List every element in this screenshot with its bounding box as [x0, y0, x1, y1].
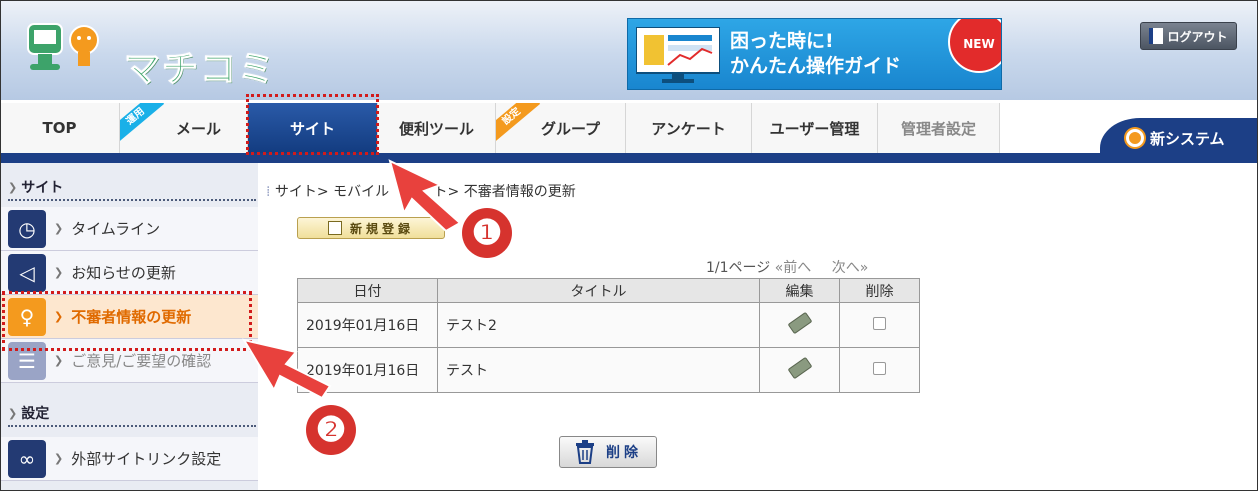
table-row: 2019年01月16日 テスト [297, 347, 920, 393]
tab-user-management[interactable]: ユーザー管理 [752, 103, 878, 153]
row-delete-cell [839, 347, 920, 393]
tab-label: アンケート [651, 119, 726, 138]
next-label: 次へ [831, 260, 860, 276]
breadcrumb-head: サイト> モバイル [274, 184, 390, 200]
tab-label: 管理者設定 [900, 119, 976, 138]
table-row: 2019年01月16日 テスト2 [297, 302, 920, 348]
tab-survey[interactable]: アンケート [626, 103, 752, 153]
sidebar-item-external-links[interactable]: ∞ ❯ 外部サイトリンク設定 [0, 437, 258, 481]
tab-group[interactable]: 設定 グループ [496, 103, 626, 153]
row-edit-cell [759, 302, 840, 348]
chevron-right-icon: ❯ [54, 354, 64, 367]
delete-label: 削除 [606, 445, 642, 461]
row-title: テスト2 [437, 302, 760, 348]
sidebar-item-label: お知らせの更新 [71, 264, 176, 282]
logo-text: マチコミ [123, 49, 277, 91]
pencil-icon[interactable] [787, 356, 812, 380]
trash-icon [576, 440, 594, 464]
link-icon: ∞ [8, 439, 46, 478]
delete-checkbox[interactable] [873, 316, 886, 330]
highlight-site-tab [246, 94, 379, 155]
banner-text: 困った時に! かんたん操作ガイド [730, 29, 901, 79]
chevron-right-icon: ❯ [54, 266, 64, 279]
guide-banner[interactable]: 困った時に! かんたん操作ガイド NEW [627, 18, 1002, 90]
sidebar-item-label: 外部サイトリンク設定 [71, 450, 222, 468]
edit-document-icon [327, 221, 342, 235]
tab-label: グループ [540, 119, 601, 138]
tab-admin-settings[interactable]: 管理者設定 [878, 103, 1000, 153]
tab-label: TOP [42, 119, 77, 137]
pager: 1/1ページ «前へ 次へ» [706, 257, 868, 277]
sidebar-item-news[interactable]: ◁ ❯ お知らせの更新 [0, 251, 258, 295]
chevron-right-icon: ❯ [54, 222, 64, 235]
section-label: 設定 [21, 406, 50, 422]
monitor-icon [636, 27, 720, 83]
megaphone-icon: ◁ [8, 253, 46, 292]
sidebar-item-label: ご意見/ご要望の確認 [71, 352, 212, 370]
new-system-link[interactable]: 新システム [1100, 118, 1258, 158]
header: マチコミ 困った時に! かんたん操作ガイド NEW ログアウト [0, 0, 1258, 100]
tab-label: 便利ツール [398, 119, 474, 138]
new-badge: NEW [948, 19, 1001, 73]
grip-icon: ⁞ [266, 184, 271, 200]
gear-icon [1126, 129, 1144, 147]
chevron-right-icon: ❯ [8, 406, 18, 420]
banner-line2: かんたん操作ガイド [730, 55, 902, 77]
clock-icon: ◷ [8, 209, 46, 248]
new-system-label: 新システム [1150, 129, 1225, 148]
sidebar-section-settings: ❯ 設定 [8, 401, 256, 427]
row-title: テスト [437, 347, 760, 393]
logout-button[interactable]: ログアウト [1140, 22, 1237, 50]
prev-label: 前へ [783, 260, 812, 276]
next-link[interactable]: 次へ» [832, 260, 869, 276]
tab-mail[interactable]: 運用 メール [120, 103, 248, 153]
highlight-suspicious-item [2, 291, 252, 351]
banner-line1: 困った時に! [730, 30, 834, 52]
tab-tools[interactable]: 便利ツール [378, 103, 496, 153]
column-header-title: タイトル [437, 278, 760, 303]
delete-checkbox[interactable] [873, 361, 886, 375]
sidebar-item-label: タイムライン [71, 220, 161, 238]
arrow-2-icon [241, 338, 332, 400]
double-chevron-left-icon: « [774, 260, 784, 276]
tab-label: ユーザー管理 [769, 119, 860, 138]
tab-top[interactable]: TOP [0, 103, 120, 153]
column-header-edit: 編集 [759, 278, 840, 303]
nav-bar [0, 153, 1258, 163]
row-delete-cell [839, 302, 920, 348]
table-header-row: 日付 タイトル 編集 削除 [297, 278, 920, 303]
logo-mascot-icon [27, 23, 99, 70]
section-label: サイト [21, 180, 64, 196]
delete-button[interactable]: 削除 [559, 436, 657, 468]
logout-label: ログアウト [1167, 29, 1228, 44]
pencil-icon[interactable] [787, 311, 812, 335]
step-1-badge: ❶ [462, 208, 512, 258]
main-nav: TOP 運用 メール サイト 便利ツール 設定 グループ アンケート ユーザー管… [0, 103, 1258, 153]
tab-label: メール [175, 119, 221, 138]
sidebar-section-site: ❯ サイト [8, 175, 256, 201]
sidebar-item-timeline[interactable]: ◷ ❯ タイムライン [0, 207, 258, 251]
notice-table: 日付 タイトル 編集 削除 2019年01月16日 テスト2 2019年01月1… [297, 278, 920, 393]
prev-link[interactable]: «前へ [775, 260, 812, 276]
column-header-date: 日付 [297, 278, 438, 303]
chevron-right-icon: ❯ [54, 452, 64, 465]
chevron-right-icon: ❯ [8, 180, 18, 194]
column-header-delete: 削除 [839, 278, 920, 303]
logout-icon [1149, 28, 1164, 44]
row-edit-cell [759, 347, 840, 393]
step-2-badge: ❷ [306, 405, 356, 455]
logo: マチコミ [24, 18, 284, 91]
double-chevron-right-icon: » [859, 260, 869, 276]
page-indicator: 1/1ページ [706, 260, 771, 276]
